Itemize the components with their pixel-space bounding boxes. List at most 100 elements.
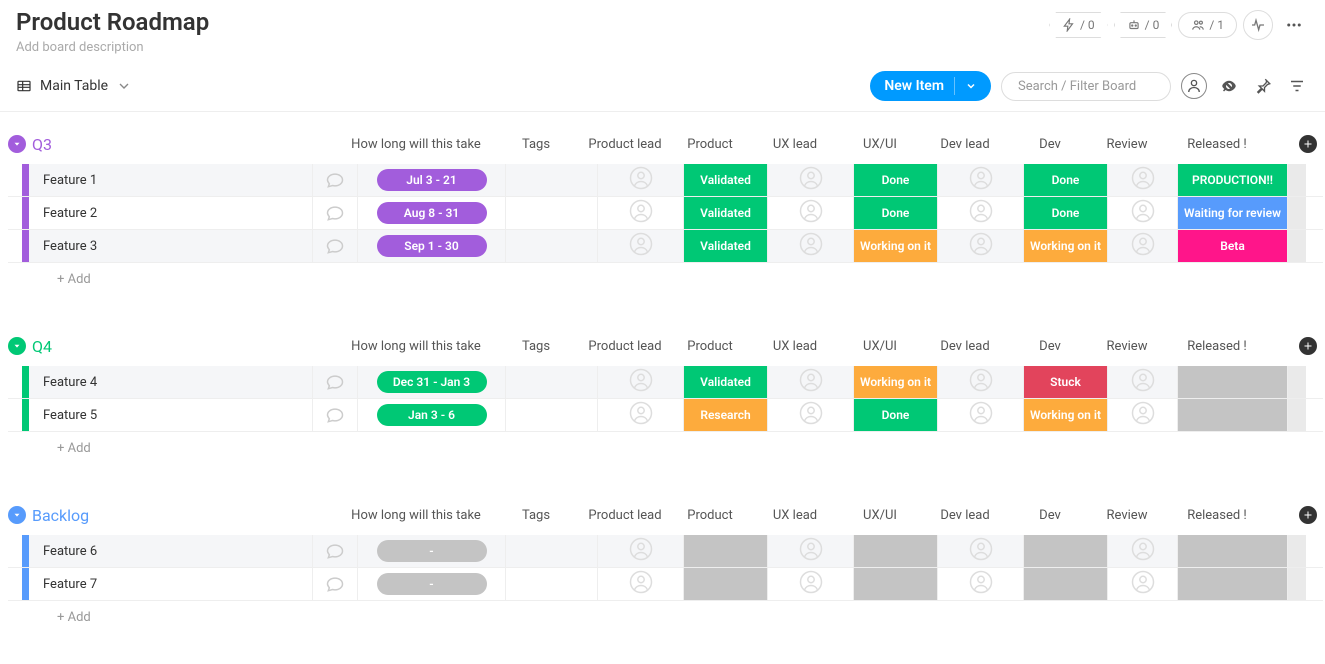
cell-duration[interactable]: Jul 3 - 21: [358, 164, 506, 196]
cell-product_lead[interactable]: [598, 399, 684, 431]
cell-duration[interactable]: -: [358, 568, 506, 600]
cell-review[interactable]: [1108, 366, 1178, 398]
cell-dev_lead[interactable]: [938, 164, 1024, 196]
cell-tags[interactable]: [506, 399, 598, 431]
cell-review[interactable]: [1108, 568, 1178, 600]
add-row-button[interactable]: + Add: [8, 263, 1323, 296]
column-header[interactable]: Product: [668, 508, 752, 523]
cell-ux_ui[interactable]: Done: [854, 197, 938, 229]
table-row[interactable]: Feature 1Jul 3 - 21ValidatedDoneDonePROD…: [8, 164, 1323, 197]
cell-dev_lead[interactable]: [938, 366, 1024, 398]
column-header[interactable]: Product lead: [582, 339, 668, 354]
chat-button[interactable]: [313, 399, 358, 431]
board-title[interactable]: Product Roadmap: [16, 8, 209, 36]
column-header[interactable]: UX/UI: [838, 508, 922, 523]
column-header[interactable]: Product lead: [582, 508, 668, 523]
cell-ux_ui[interactable]: Done: [854, 164, 938, 196]
cell-released[interactable]: Waiting for review: [1178, 197, 1288, 229]
chat-button[interactable]: [313, 568, 358, 600]
cell-review[interactable]: [1108, 164, 1178, 196]
column-header[interactable]: Dev lead: [922, 508, 1008, 523]
column-header[interactable]: UX lead: [752, 508, 838, 523]
column-header[interactable]: Dev: [1008, 137, 1092, 152]
cell-dev_lead[interactable]: [938, 535, 1024, 567]
cell-duration[interactable]: -: [358, 535, 506, 567]
column-header[interactable]: UX lead: [752, 339, 838, 354]
cell-released[interactable]: Beta: [1178, 230, 1288, 262]
cell-ux_lead[interactable]: [768, 568, 854, 600]
cell-product[interactable]: Validated: [684, 366, 768, 398]
cell-ux_ui[interactable]: [854, 535, 938, 567]
column-header[interactable]: Dev lead: [922, 137, 1008, 152]
cell-tags[interactable]: [506, 230, 598, 262]
chat-button[interactable]: [313, 197, 358, 229]
column-header[interactable]: How long will this take: [342, 339, 490, 354]
new-item-button[interactable]: New Item: [870, 71, 991, 101]
cell-ux_lead[interactable]: [768, 366, 854, 398]
members-badge[interactable]: / 1: [1178, 12, 1237, 38]
column-header[interactable]: Product lead: [582, 137, 668, 152]
column-header[interactable]: Tags: [490, 339, 582, 354]
column-header[interactable]: UX lead: [752, 137, 838, 152]
integrations-badge[interactable]: / 0: [1114, 12, 1173, 38]
table-row[interactable]: Feature 4Dec 31 - Jan 3ValidatedWorking …: [8, 366, 1323, 399]
cell-released[interactable]: [1178, 399, 1288, 431]
item-name[interactable]: Feature 4: [29, 366, 313, 398]
column-header[interactable]: Review: [1092, 339, 1162, 354]
cell-tags[interactable]: [506, 568, 598, 600]
cell-tags[interactable]: [506, 197, 598, 229]
column-header[interactable]: UX/UI: [838, 339, 922, 354]
cell-dev_lead[interactable]: [938, 230, 1024, 262]
cell-product[interactable]: Validated: [684, 164, 768, 196]
add-column-button[interactable]: [1299, 506, 1317, 524]
cell-released[interactable]: PRODUCTION!!: [1178, 164, 1288, 196]
cell-review[interactable]: [1108, 197, 1178, 229]
table-row[interactable]: Feature 2Aug 8 - 31ValidatedDoneDoneWait…: [8, 197, 1323, 230]
hide-button[interactable]: [1217, 74, 1241, 98]
cell-dev[interactable]: Working on it: [1024, 230, 1108, 262]
column-header[interactable]: Tags: [490, 508, 582, 523]
cell-released[interactable]: [1178, 366, 1288, 398]
cell-ux_ui[interactable]: Working on it: [854, 230, 938, 262]
item-name[interactable]: Feature 2: [29, 197, 313, 229]
column-header[interactable]: Released !: [1162, 339, 1272, 354]
cell-product_lead[interactable]: [598, 535, 684, 567]
column-header[interactable]: Review: [1092, 508, 1162, 523]
item-name[interactable]: Feature 3: [29, 230, 313, 262]
cell-dev_lead[interactable]: [938, 197, 1024, 229]
filter-button[interactable]: [1285, 74, 1309, 98]
cell-ux_lead[interactable]: [768, 197, 854, 229]
cell-duration[interactable]: Jan 3 - 6: [358, 399, 506, 431]
person-filter-button[interactable]: [1181, 73, 1207, 99]
chat-button[interactable]: [313, 230, 358, 262]
cell-ux_lead[interactable]: [768, 164, 854, 196]
cell-tags[interactable]: [506, 535, 598, 567]
cell-ux_lead[interactable]: [768, 399, 854, 431]
cell-product_lead[interactable]: [598, 366, 684, 398]
cell-dev[interactable]: [1024, 568, 1108, 600]
cell-dev[interactable]: [1024, 535, 1108, 567]
cell-tags[interactable]: [506, 366, 598, 398]
add-row-button[interactable]: + Add: [8, 432, 1323, 465]
pin-button[interactable]: [1251, 74, 1275, 98]
column-header[interactable]: How long will this take: [342, 508, 490, 523]
column-header[interactable]: Tags: [490, 137, 582, 152]
column-header[interactable]: Product: [668, 339, 752, 354]
table-row[interactable]: Feature 5Jan 3 - 6ResearchDoneWorking on…: [8, 399, 1323, 432]
group-title[interactable]: Q4: [32, 337, 342, 356]
table-row[interactable]: Feature 3Sep 1 - 30ValidatedWorking on i…: [8, 230, 1323, 263]
column-header[interactable]: Dev lead: [922, 339, 1008, 354]
table-row[interactable]: Feature 7 -: [8, 568, 1323, 601]
item-name[interactable]: Feature 6: [29, 535, 313, 567]
table-row[interactable]: Feature 6 -: [8, 535, 1323, 568]
column-header[interactable]: Review: [1092, 137, 1162, 152]
column-header[interactable]: How long will this take: [342, 137, 490, 152]
cell-product[interactable]: [684, 535, 768, 567]
group-title[interactable]: Q3: [32, 135, 342, 154]
item-name[interactable]: Feature 7: [29, 568, 313, 600]
cell-released[interactable]: [1178, 568, 1288, 600]
cell-product[interactable]: Research: [684, 399, 768, 431]
cell-product_lead[interactable]: [598, 230, 684, 262]
cell-ux_ui[interactable]: [854, 568, 938, 600]
cell-ux_lead[interactable]: [768, 230, 854, 262]
